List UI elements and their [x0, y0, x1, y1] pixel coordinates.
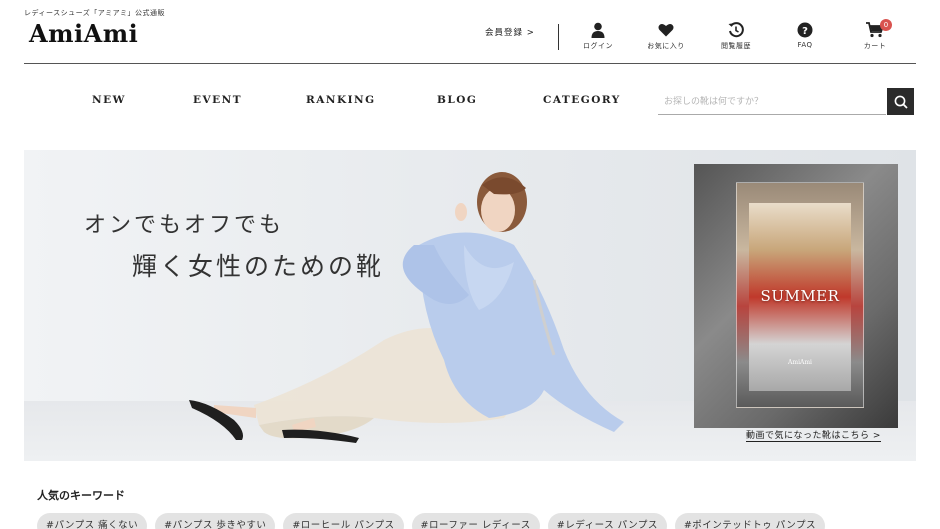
nav-event[interactable]: EVENT — [193, 94, 242, 106]
keyword-chip[interactable]: #ローファー レディース — [411, 513, 540, 529]
history-label: 閲覧履歴 — [721, 42, 751, 50]
svg-text:?: ? — [802, 26, 808, 37]
keyword-chip[interactable]: #ポインテッドトゥ パンプス — [674, 513, 825, 529]
site-tagline: レディースシューズ「アミアミ」公式通販 — [24, 9, 166, 17]
summer-card-frame: SUMMER AmiAmi — [736, 182, 864, 408]
header-divider — [558, 24, 559, 50]
summer-card-title: SUMMER — [760, 287, 840, 305]
nav-blog[interactable]: BLOG — [437, 94, 477, 106]
keyword-chip[interactable]: #レディース パンプス — [547, 513, 667, 529]
hero-headline-1: オンでもオフでも — [84, 213, 285, 238]
favorites-label: お気に入り — [647, 42, 685, 50]
heart-icon — [658, 23, 674, 37]
nav-ranking[interactable]: RANKING — [306, 94, 376, 106]
nav-new[interactable]: NEW — [92, 94, 126, 106]
summer-feature-card[interactable]: SUMMER AmiAmi — [694, 164, 898, 428]
help-icon: ? — [797, 22, 813, 38]
search-input[interactable] — [658, 89, 886, 115]
cart-count-badge: 0 — [880, 19, 892, 31]
keyword-chip[interactable]: #ローヒール パンプス — [283, 513, 404, 529]
video-shoes-link[interactable]: 動画で気になった靴はこちら > — [746, 428, 881, 442]
popular-keywords-list: #パンプス 痛くない #パンプス 歩きやすい #ローヒール パンプス #ローファ… — [37, 513, 825, 529]
history-button[interactable]: 閲覧履歴 — [706, 22, 766, 51]
login-button[interactable]: ログイン — [568, 22, 628, 51]
person-icon — [591, 22, 605, 38]
search-button[interactable] — [887, 88, 914, 115]
keyword-chip[interactable]: #パンプス 歩きやすい — [155, 513, 276, 529]
history-icon — [728, 22, 744, 38]
keyword-chip[interactable]: #パンプス 痛くない — [37, 513, 148, 529]
faq-label: FAQ — [797, 41, 813, 49]
summer-card-brand: AmiAmi — [788, 359, 812, 366]
header-divider-line — [24, 63, 916, 64]
site-logo[interactable]: AmiAmi — [29, 19, 138, 48]
favorites-button[interactable]: お気に入り — [636, 22, 696, 51]
faq-button[interactable]: ? FAQ — [775, 22, 835, 49]
register-link[interactable]: 会員登録 > — [485, 26, 535, 38]
search-icon — [894, 95, 908, 109]
nav-category[interactable]: CATEGORY — [543, 94, 621, 106]
login-label: ログイン — [583, 42, 613, 50]
cart-button[interactable]: 0 カート — [845, 19, 905, 51]
hero-headline-2: 輝く女性のための靴 — [132, 252, 385, 281]
popular-keywords-title: 人気のキーワード — [37, 489, 125, 502]
hero-banner[interactable]: オンでもオフでも 輝く女性のための靴 SUMMER AmiAmi 動画で気になっ… — [24, 150, 916, 461]
cart-label: カート — [863, 42, 887, 50]
